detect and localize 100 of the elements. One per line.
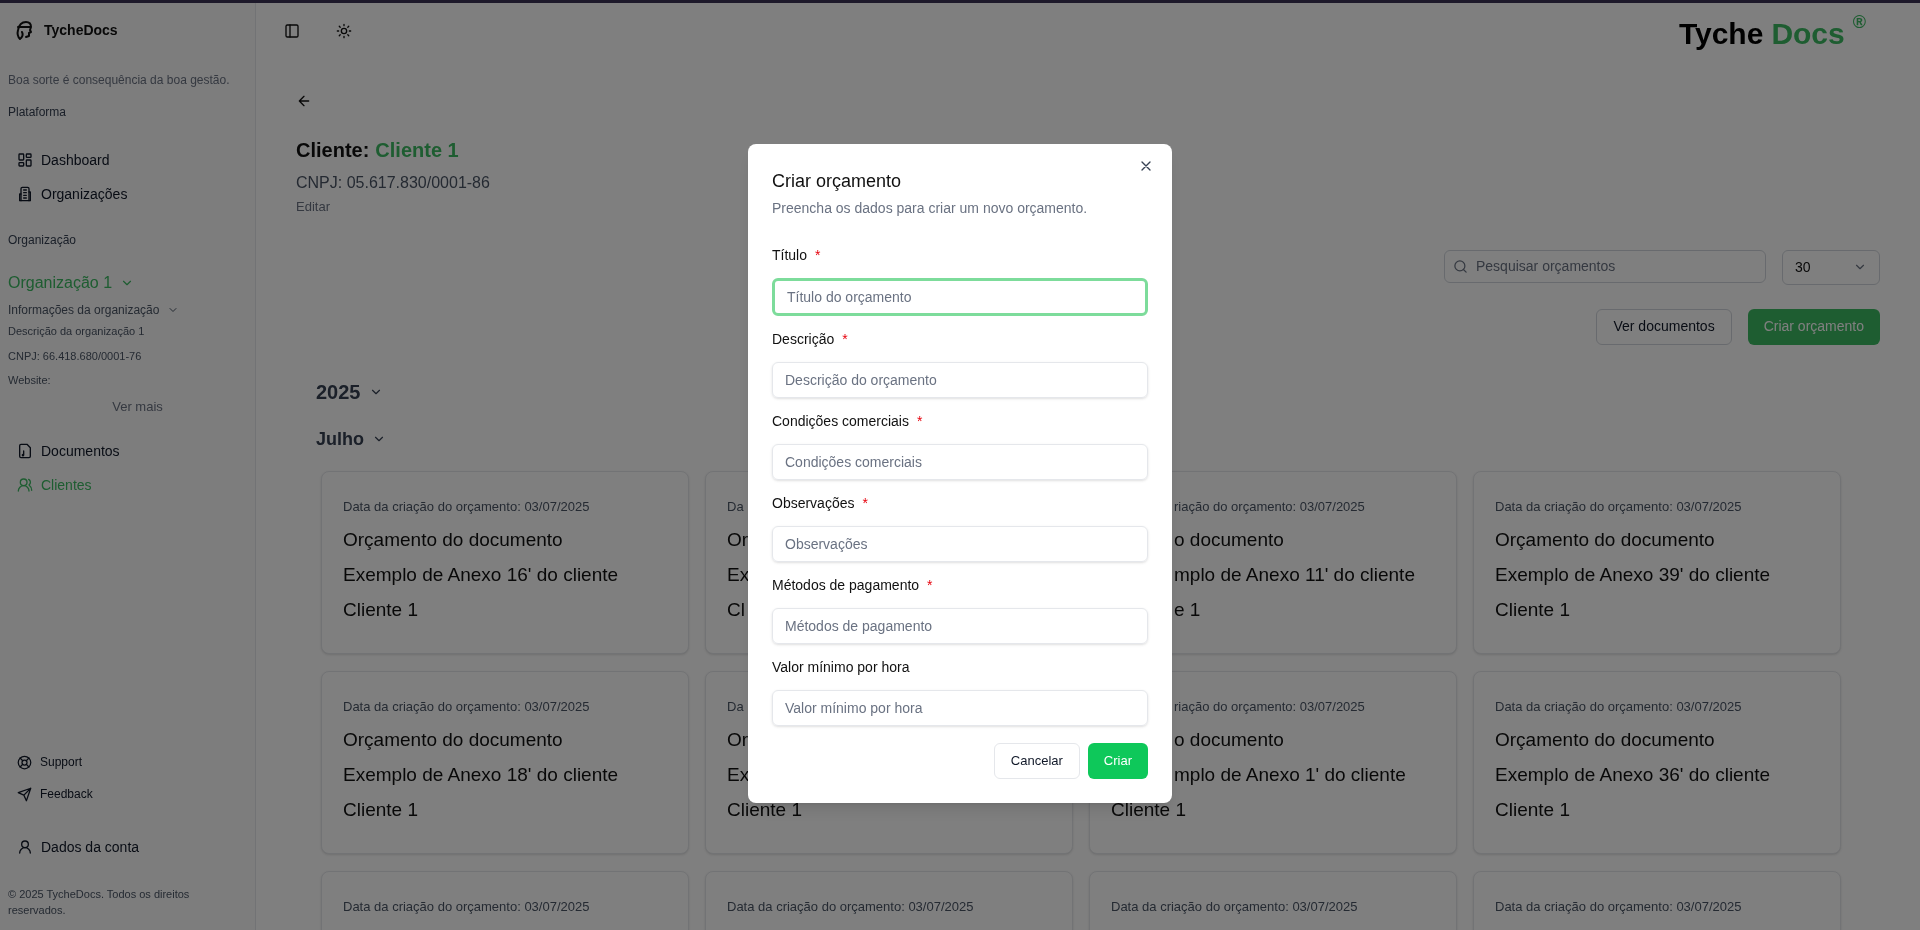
card-title: Orçamento do documento xyxy=(1495,528,1715,552)
field-label: Descrição xyxy=(772,330,835,349)
card-date: Data da criação do orçamento: 03/07/2025 xyxy=(343,697,590,716)
card-title: mplo de Anexo 1' do cliente xyxy=(1174,763,1406,787)
card-title: Cliente 1 xyxy=(343,598,418,622)
document-icon xyxy=(17,443,33,459)
card-date: Da xyxy=(727,697,744,716)
card-title: Ex xyxy=(727,563,750,587)
org-description: Descrição da organização 1 xyxy=(8,324,146,339)
text-input[interactable]: Observações xyxy=(772,526,1148,562)
dialog-subtitle: Preencha os dados para criar um novo orçamento. xyxy=(772,199,1088,218)
budget-card[interactable]: Data da criação do orçamento: 03/07/2025 Orçamento do documento Exemplo de Anexo 39' do cliente Cliente 1 xyxy=(1473,470,1841,654)
card-date: Data da criação do orçamento: 03/07/2025 xyxy=(343,897,590,916)
month-toggle[interactable]: Julho xyxy=(316,425,386,453)
send-icon xyxy=(17,786,32,802)
user-icon xyxy=(17,839,33,855)
card-date: Data da criação do orçamento: 03/07/2025 xyxy=(1495,697,1742,716)
card-title: mplo de Anexo 11' do cliente xyxy=(1174,563,1415,587)
card-title: Cliente 1 xyxy=(727,798,802,822)
card-title: Cliente 1 xyxy=(1495,598,1570,622)
card-date: Data da criação do orçamento: 03/07/2025 xyxy=(727,897,974,916)
nav-item[interactable]: Documentos xyxy=(8,434,247,468)
budget-card[interactable]: Data da criação do orçamento: 03/07/2025 xyxy=(321,870,689,930)
card-title: Ex xyxy=(727,763,750,787)
page-size-select[interactable]: 30 xyxy=(1782,249,1880,285)
brand-name: TycheDocs xyxy=(44,20,118,40)
section-label: Organização xyxy=(8,232,78,249)
card-title: e 1 xyxy=(1174,598,1201,622)
card-title: Cl xyxy=(727,598,745,622)
search-field[interactable]: Pesquisar orçamentos xyxy=(1444,249,1766,283)
footer-link[interactable]: Support xyxy=(8,746,247,778)
client-label: Cliente: xyxy=(296,138,370,163)
required-mark: * xyxy=(927,576,933,595)
client-name: Cliente 1 xyxy=(375,138,459,163)
budget-card[interactable]: Data da criação do orçamento: 03/07/2025 xyxy=(705,870,1073,930)
card-date: riação do orçamento: 03/07/2025 xyxy=(1174,697,1365,716)
copyright: © 2025 TycheDocs. Todos os direitos reservados. xyxy=(8,887,191,918)
registered-mark: ® xyxy=(1852,11,1866,34)
card-title: Exemplo de Anexo 39' do cliente xyxy=(1495,563,1771,587)
search-icon xyxy=(1453,258,1468,274)
footer-link[interactable]: Feedback xyxy=(8,778,247,810)
card-title: Cliente 1 xyxy=(1495,798,1570,822)
nav-item[interactable]: Dashboard xyxy=(8,143,247,177)
required-mark: * xyxy=(842,330,848,349)
account-link[interactable]: Dados da conta xyxy=(8,830,247,864)
more-link[interactable]: Ver mais xyxy=(112,396,163,416)
logo-text: Tyche xyxy=(1678,16,1764,52)
text-input[interactable]: Valor mínimo por hora xyxy=(772,690,1148,726)
budget-card[interactable]: Data da criação do orçamento: 03/07/2025 Orçamento do documento Exemplo de Anexo 36' do cliente Cliente 1 xyxy=(1473,670,1841,854)
back-button[interactable] xyxy=(296,93,312,109)
required-mark: * xyxy=(815,246,821,265)
year-toggle[interactable]: 2025 xyxy=(316,376,383,407)
info-toggle[interactable]: Informações da organização xyxy=(8,301,180,319)
card-title: Or xyxy=(727,728,749,752)
edit-link[interactable]: Editar xyxy=(296,197,330,217)
text-input[interactable]: Descrição do orçamento xyxy=(772,362,1148,398)
lifebuoy-icon xyxy=(17,754,32,770)
org-website: Website: xyxy=(8,373,52,388)
nav-item[interactable]: Organizações xyxy=(8,177,247,211)
card-date: riação do orçamento: 03/07/2025 xyxy=(1174,497,1365,516)
card-title: Orçamento do documento xyxy=(343,528,563,552)
card-date: Data da criação do orçamento: 03/07/2025 xyxy=(1111,897,1358,916)
card-title: o documento xyxy=(1174,728,1284,752)
client-cnpj: CNPJ: 05.617.830/0001-86 xyxy=(296,173,490,193)
card-title: Exemplo de Anexo 18' do cliente xyxy=(343,763,619,787)
dialog-button[interactable]: Cancelar xyxy=(993,743,1080,779)
required-mark: * xyxy=(862,494,868,513)
dialog-title: Criar orçamento xyxy=(772,170,902,193)
arrow-left-icon xyxy=(296,93,312,109)
action-button[interactable]: Ver documentos xyxy=(1596,308,1732,345)
card-title: Exemplo de Anexo 36' do cliente xyxy=(1495,763,1771,787)
field-label: Observações xyxy=(772,494,855,513)
section-label: Plataforma xyxy=(8,104,68,121)
users-icon xyxy=(17,477,33,493)
card-title: Exemplo de Anexo 16' do cliente xyxy=(343,563,619,587)
card-date: Data da criação do orçamento: 03/07/2025 xyxy=(1495,497,1742,516)
text-input[interactable]: Título do orçamento xyxy=(772,278,1148,316)
card-title: Or xyxy=(727,528,749,552)
text-input[interactable]: Métodos de pagamento xyxy=(772,608,1148,644)
budget-card[interactable]: Data da criação do orçamento: 03/07/2025 xyxy=(1473,870,1841,930)
field-label: Valor mínimo por hora xyxy=(772,658,910,677)
dashboard-grid-icon xyxy=(17,152,33,168)
sidebar-icon xyxy=(284,22,300,39)
org-cnpj: CNPJ: 66.418.680/0001-76 xyxy=(8,348,143,364)
field-label: Título xyxy=(772,246,807,265)
card-date: Data da criação do orçamento: 03/07/2025 xyxy=(1495,897,1742,916)
tagline: Boa sorte é consequência da boa gestão. xyxy=(8,72,231,89)
budget-card[interactable]: Data da criação do orçamento: 03/07/2025 Orçamento do documento Exemplo de Anexo 18' do cliente Cliente 1 xyxy=(321,670,689,854)
card-title: Cliente 1 xyxy=(1111,798,1186,822)
card-title: Cliente 1 xyxy=(343,798,418,822)
budget-card[interactable]: Data da criação do orçamento: 03/07/2025 xyxy=(1089,870,1457,930)
text-input[interactable]: Condições comerciais xyxy=(772,444,1148,480)
budget-card[interactable]: Data da criação do orçamento: 03/07/2025 Orçamento do documento Exemplo de Anexo 16' do cliente Cliente 1 xyxy=(321,470,689,654)
card-date: Data da criação do orçamento: 03/07/2025 xyxy=(343,497,590,516)
card-title: Orçamento do documento xyxy=(1495,728,1715,752)
card-title: Orçamento do documento xyxy=(343,728,563,752)
field-label: Métodos de pagamento xyxy=(772,576,920,595)
building-icon xyxy=(17,186,33,202)
card-date: Da xyxy=(727,497,744,516)
field-label: Condições comerciais xyxy=(772,412,909,431)
